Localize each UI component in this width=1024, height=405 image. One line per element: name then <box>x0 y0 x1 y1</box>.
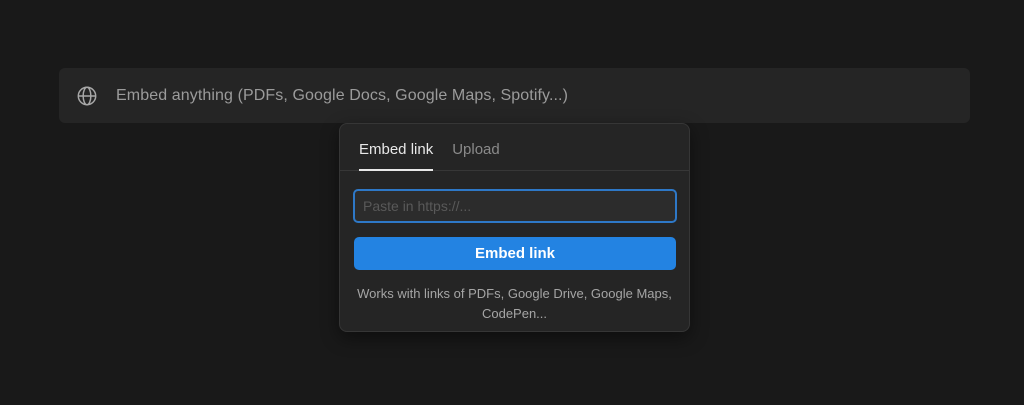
url-input[interactable] <box>353 189 677 223</box>
tab-embed-link[interactable]: Embed link <box>359 141 434 171</box>
embed-link-button[interactable]: Embed link <box>354 237 676 270</box>
hint-text: Works with links of PDFs, Google Drive, … <box>357 286 672 321</box>
tab-upload[interactable]: Upload <box>452 141 500 170</box>
embed-popover: Embed link Upload Embed link Works with … <box>339 123 690 332</box>
globe-icon <box>75 84 99 108</box>
embed-block-label: Embed anything (PDFs, Google Docs, Googl… <box>116 86 569 104</box>
popover-tabs: Embed link Upload <box>340 124 689 171</box>
embed-block[interactable]: Embed anything (PDFs, Google Docs, Googl… <box>59 68 970 123</box>
page: Embed anything (PDFs, Google Docs, Googl… <box>0 0 1024 405</box>
